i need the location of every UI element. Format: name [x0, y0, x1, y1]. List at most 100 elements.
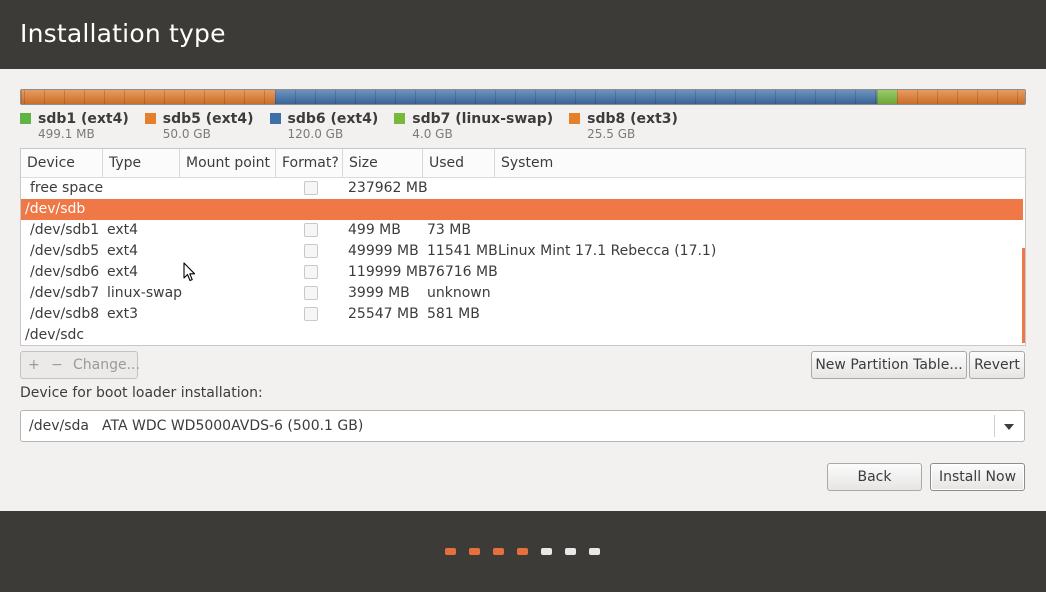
- page-title: Installation type: [20, 19, 226, 48]
- cell-size: 49999 MB: [348, 243, 419, 259]
- format-checkbox[interactable]: [304, 307, 318, 321]
- boot-loader-device-select[interactable]: /dev/sda ATA WDC WD5000AVDS-6 (500.1 GB): [20, 410, 1025, 442]
- cell-type: ext4: [107, 222, 139, 238]
- progress-dot-complete: [517, 548, 528, 555]
- column-header-mount-point[interactable]: Mount point: [180, 149, 276, 177]
- partition-bar-segment-sdb8: [896, 90, 1025, 104]
- format-checkbox[interactable]: [304, 223, 318, 237]
- cell-type: linux-swap: [107, 285, 183, 301]
- legend-swatch: [20, 113, 31, 124]
- new-partition-table-button[interactable]: New Partition Table...: [811, 351, 967, 379]
- table-header: Device Type Mount point Format? Size Use…: [21, 149, 1025, 178]
- legend-item: sdb6 (ext4) 120.0 GB: [269, 111, 379, 142]
- cell-device: /dev/sdb7: [30, 285, 100, 301]
- cell-size: 237962 MB: [348, 180, 428, 196]
- partition-bar-segment-sdb5: [23, 90, 275, 104]
- legend-size: 4.0 GB: [412, 127, 453, 141]
- cell-device: /dev/sdb: [25, 201, 86, 217]
- mouse-pointer-icon: [183, 262, 196, 282]
- cell-type: ext4: [107, 243, 139, 259]
- progress-dot-complete: [445, 548, 456, 555]
- cell-device: /dev/sdb1: [30, 222, 100, 238]
- table-row[interactable]: /dev/sdb: [21, 199, 1023, 220]
- change-partition-button[interactable]: Change...: [73, 352, 140, 378]
- cell-used: 11541 MB: [427, 243, 498, 259]
- legend-swatch: [394, 113, 406, 124]
- footer: [0, 511, 1046, 592]
- progress-dot-pending: [589, 548, 600, 555]
- cell-device: /dev/sdb8: [30, 306, 100, 322]
- cell-device: /dev/sdb5: [30, 243, 100, 259]
- table-row[interactable]: /dev/sdc: [21, 325, 1023, 345]
- table-row[interactable]: /dev/sdb6 ext4 119999 MB 76716 MB: [21, 262, 1023, 283]
- legend-item: sdb1 (ext4) 499.1 MB: [20, 111, 129, 142]
- legend-swatch: [269, 113, 281, 124]
- cell-used: unknown: [427, 285, 491, 301]
- format-checkbox[interactable]: [304, 265, 318, 279]
- cell-system: Linux Mint 17.1 Rebecca (17.1): [498, 243, 717, 259]
- column-header-device[interactable]: Device: [21, 149, 103, 177]
- column-header-type[interactable]: Type: [103, 149, 180, 177]
- format-checkbox[interactable]: [304, 181, 318, 195]
- progress-dot-complete: [493, 548, 504, 555]
- legend-size: 25.5 GB: [587, 127, 636, 141]
- legend-swatch: [144, 113, 156, 124]
- cell-type: ext3: [107, 306, 139, 322]
- add-partition-button[interactable]: +: [28, 352, 40, 378]
- cell-size: 499 MB: [348, 222, 401, 238]
- combo-separator: [994, 415, 995, 437]
- progress-dot-complete: [469, 548, 480, 555]
- partition-legend: sdb1 (ext4) 499.1 MB sdb5 (ext4) 50.0 GB sdb…: [20, 111, 694, 142]
- legend-item: sdb8 (ext3) 25.5 GB: [569, 111, 678, 142]
- scrollbar[interactable]: [1022, 248, 1025, 343]
- legend-size: 120.0 GB: [287, 127, 344, 141]
- partition-edit-toolbar: + − Change...: [20, 351, 140, 379]
- chevron-down-icon[interactable]: [1004, 424, 1014, 430]
- table-row[interactable]: /dev/sdb5 ext4 49999 MB 11541 MB Linux Mint …: [21, 241, 1023, 262]
- legend-item: sdb5 (ext4) 50.0 GB: [144, 111, 254, 142]
- table-row[interactable]: free space 237962 MB: [21, 178, 1023, 199]
- cell-size: 119999 MB: [348, 264, 428, 280]
- legend-label: sdb5 (ext4): [162, 111, 254, 127]
- table-row[interactable]: /dev/sdb1 ext4 499 MB 73 MB: [21, 220, 1023, 241]
- partition-bar: [20, 89, 1026, 105]
- column-header-format[interactable]: Format?: [276, 149, 343, 177]
- legend-label: sdb7 (linux-swap): [412, 111, 554, 127]
- cell-used: 76716 MB: [427, 264, 498, 280]
- cell-device: /dev/sdb6: [30, 264, 100, 280]
- cell-device: free space: [30, 180, 104, 196]
- boot-loader-label: Device for boot loader installation:: [20, 385, 263, 401]
- progress-dot-pending: [541, 548, 552, 555]
- cell-size: 3999 MB: [348, 285, 410, 301]
- boot-device-description: ATA WDC WD5000AVDS-6 (500.1 GB): [102, 418, 364, 434]
- format-checkbox[interactable]: [304, 244, 318, 258]
- partition-table[interactable]: Device Type Mount point Format? Size Use…: [20, 148, 1026, 346]
- remove-partition-button[interactable]: −: [51, 352, 63, 378]
- legend-size: 50.0 GB: [162, 127, 211, 141]
- partition-bar-segment-sdb6: [274, 90, 877, 104]
- progress-steps: [445, 548, 613, 555]
- title-bar: Installation type: [0, 0, 1046, 69]
- install-now-button[interactable]: Install Now: [930, 463, 1025, 491]
- back-button[interactable]: Back: [827, 463, 922, 491]
- format-checkbox[interactable]: [304, 286, 318, 300]
- column-header-system[interactable]: System: [495, 149, 1025, 177]
- cell-type: ext4: [107, 264, 139, 280]
- cell-device: /dev/sdc: [25, 327, 85, 343]
- revert-button[interactable]: Revert: [969, 351, 1025, 379]
- cell-size: 25547 MB: [348, 306, 419, 322]
- legend-item: sdb7 (linux-swap) 4.0 GB: [394, 111, 553, 142]
- progress-dot-pending: [565, 548, 576, 555]
- legend-swatch: [569, 113, 581, 124]
- legend-label: sdb6 (ext4): [287, 111, 379, 127]
- table-row[interactable]: /dev/sdb8 ext3 25547 MB 581 MB: [21, 304, 1023, 325]
- legend-label: sdb1 (ext4): [38, 111, 129, 127]
- column-header-used[interactable]: Used: [423, 149, 495, 177]
- column-header-size[interactable]: Size: [343, 149, 423, 177]
- partition-bar-segment-sdb7: [876, 90, 897, 104]
- legend-size: 499.1 MB: [38, 127, 95, 141]
- cell-used: 73 MB: [427, 222, 471, 238]
- table-row[interactable]: /dev/sdb7 linux-swap 3999 MB unknown: [21, 283, 1023, 304]
- boot-device-path: /dev/sda: [29, 418, 89, 434]
- legend-label: sdb8 (ext3): [587, 111, 678, 127]
